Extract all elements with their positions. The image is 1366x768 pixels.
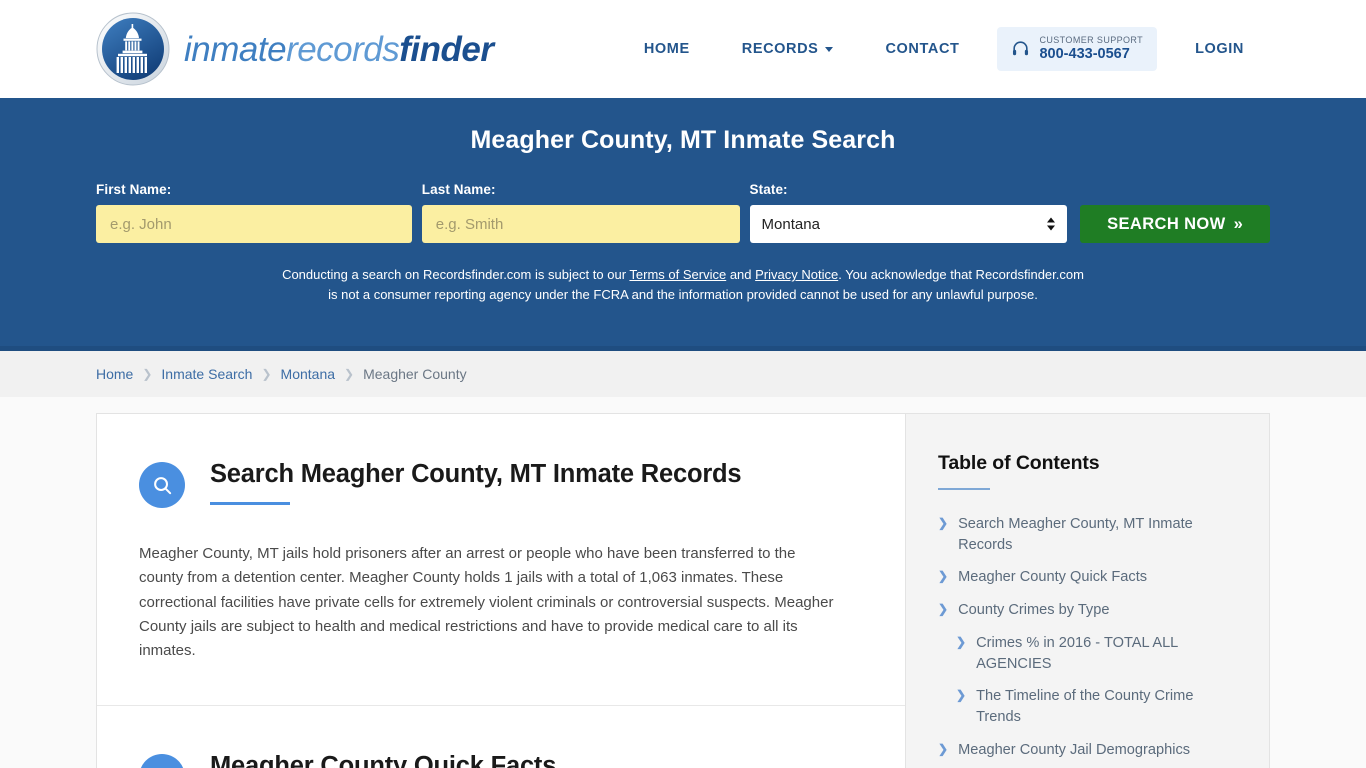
support-label: CUSTOMER SUPPORT — [1039, 35, 1144, 46]
search-now-label: SEARCH NOW — [1107, 214, 1226, 233]
breadcrumb-item-home[interactable]: Home — [96, 366, 133, 382]
customer-support-badge[interactable]: CUSTOMER SUPPORT 800-433-0567 — [997, 27, 1158, 71]
brand-word-records: records — [286, 29, 400, 69]
main-navigation: HOME RECORDS CONTACT CUSTOMER SUPPORT 80… — [618, 27, 1270, 71]
last-name-field-group: Last Name: — [421, 182, 740, 243]
toc-list: ❯ Search Meagher County, MT Inmate Recor… — [938, 514, 1239, 768]
state-field-group: State: Montana — [749, 182, 1068, 243]
chevron-right-icon: ❯ — [938, 516, 949, 530]
section-title: Meagher County Quick Facts — [210, 752, 557, 768]
section-header: Search Meagher County, MT Inmate Records — [139, 458, 863, 508]
section-header: Meagher County Quick Facts — [139, 750, 863, 768]
section-body-text: Meagher County, MT jails hold prisoners … — [139, 545, 834, 660]
chevron-right-icon: ❯ — [938, 569, 949, 584]
nav-item-records[interactable]: RECORDS — [716, 31, 860, 67]
toc-item-quick-facts[interactable]: ❯ Meagher County Quick Facts — [938, 567, 1239, 588]
double-chevron-right-icon: » — [1233, 214, 1244, 233]
section-search-records: Search Meagher County, MT Inmate Records… — [97, 414, 905, 707]
support-phone: 800-433-0567 — [1039, 45, 1130, 62]
breadcrumb-item-meagher-county: Meagher County — [363, 366, 467, 382]
section-title-wrap: Meagher County Quick Facts — [210, 750, 556, 768]
nav-item-home[interactable]: HOME — [618, 31, 716, 67]
toc-item-jail-demographics[interactable]: ❯ Meagher County Jail Demographics — [938, 740, 1239, 761]
breadcrumb-item-inmate-search[interactable]: Inmate Search — [161, 366, 252, 382]
site-logo[interactable]: inmaterecordsfinder — [96, 12, 494, 86]
breadcrumb-item-montana[interactable]: Montana — [281, 366, 335, 382]
main-content-card: Search Meagher County, MT Inmate Records… — [96, 413, 905, 768]
toc-item-label: Meagher County Jail Demographics — [958, 741, 1191, 758]
chevron-right-icon: ❯ — [938, 741, 949, 756]
brand-wordmark: inmaterecordsfinder — [184, 32, 494, 67]
breadcrumb-separator-icon: ❯ — [261, 367, 272, 381]
privacy-notice-link[interactable]: Privacy Notice — [755, 267, 838, 282]
breadcrumb: Home ❯ Inmate Search ❯ Montana ❯ Meagher… — [0, 351, 1366, 397]
warning-triangle-icon — [139, 754, 185, 768]
terms-of-service-link[interactable]: Terms of Service — [629, 267, 726, 282]
section-title: Search Meagher County, MT Inmate Records — [210, 460, 742, 488]
state-select-wrap: Montana — [749, 205, 1068, 243]
support-text: CUSTOMER SUPPORT 800-433-0567 — [1039, 35, 1143, 62]
toc-item-label: The Timeline of the County Crime Trends — [976, 688, 1194, 726]
toc-underline — [938, 488, 990, 490]
magnifier-icon — [139, 462, 185, 508]
brand-word-finder: finder — [399, 29, 494, 69]
chevron-right-icon: ❯ — [956, 688, 967, 703]
hero-search-banner: Meagher County, MT Inmate Search First N… — [0, 98, 1366, 351]
last-name-label: Last Name: — [421, 182, 496, 197]
toc-item-crimes-percent-2016[interactable]: ❯ Crimes % in 2016 - TOTAL ALL AGENCIES — [938, 633, 1239, 674]
nav-item-contact-label: CONTACT — [885, 40, 960, 57]
first-name-field-group: First Name: — [96, 182, 412, 243]
nav-item-login-label: LOGIN — [1195, 40, 1244, 57]
first-name-label: First Name: — [96, 182, 172, 197]
toc-title: Table of Contents — [938, 452, 1100, 474]
nav-item-contact[interactable]: CONTACT — [859, 31, 985, 67]
disclaimer-part1: Conducting a search on Recordsfinder.com… — [282, 267, 630, 282]
first-name-input[interactable] — [96, 205, 412, 243]
disclaimer-part2: and — [726, 267, 756, 282]
nav-item-home-label: HOME — [643, 40, 690, 57]
table-of-contents-sidebar: Table of Contents ❯ Search Meagher Count… — [905, 413, 1270, 768]
breadcrumb-separator-icon: ❯ — [344, 367, 355, 381]
nav-item-records-label: RECORDS — [741, 40, 819, 57]
page-title: Meagher County, MT Inmate Search — [470, 126, 896, 154]
inmate-search-form: First Name: Last Name: State: Montana SE… — [0, 182, 1366, 243]
brand-word-inmate: inmate — [184, 29, 287, 69]
chevron-right-icon: ❯ — [956, 634, 967, 649]
site-header: inmaterecordsfinder HOME RECORDS CONTACT… — [0, 0, 1366, 98]
section-quick-facts: Meagher County Quick Facts — [97, 706, 905, 768]
title-underline — [210, 502, 290, 506]
headset-icon — [1013, 41, 1029, 56]
toc-item-crime-trends-timeline[interactable]: ❯ The Timeline of the County Crime Trend… — [938, 686, 1239, 727]
breadcrumb-separator-icon: ❯ — [142, 367, 153, 381]
toc-item-search-records[interactable]: ❯ Search Meagher County, MT Inmate Recor… — [938, 514, 1239, 555]
toc-item-label: Search Meagher County, MT Inmate Records — [958, 516, 1193, 553]
toc-item-label: Crimes % in 2016 - TOTAL ALL AGENCIES — [976, 634, 1178, 672]
toc-item-county-crimes-by-type[interactable]: ❯ County Crimes by Type — [938, 600, 1239, 621]
chevron-down-icon — [825, 47, 834, 53]
toc-item-label: Meagher County Quick Facts — [958, 569, 1148, 586]
search-now-button[interactable]: SEARCH NOW » — [1080, 205, 1270, 243]
nav-item-login[interactable]: LOGIN — [1169, 31, 1270, 67]
toc-item-label: County Crimes by Type — [958, 602, 1110, 619]
chevron-right-icon: ❯ — [938, 602, 949, 617]
search-disclaimer: Conducting a search on Recordsfinder.com… — [272, 265, 1094, 304]
section-title-wrap: Search Meagher County, MT Inmate Records — [210, 458, 742, 506]
state-select[interactable]: Montana — [749, 205, 1068, 243]
last-name-input[interactable] — [421, 205, 740, 243]
capitol-dome-icon — [96, 12, 170, 86]
page-body: Search Meagher County, MT Inmate Records… — [0, 397, 1366, 768]
state-label: State: — [749, 182, 788, 197]
